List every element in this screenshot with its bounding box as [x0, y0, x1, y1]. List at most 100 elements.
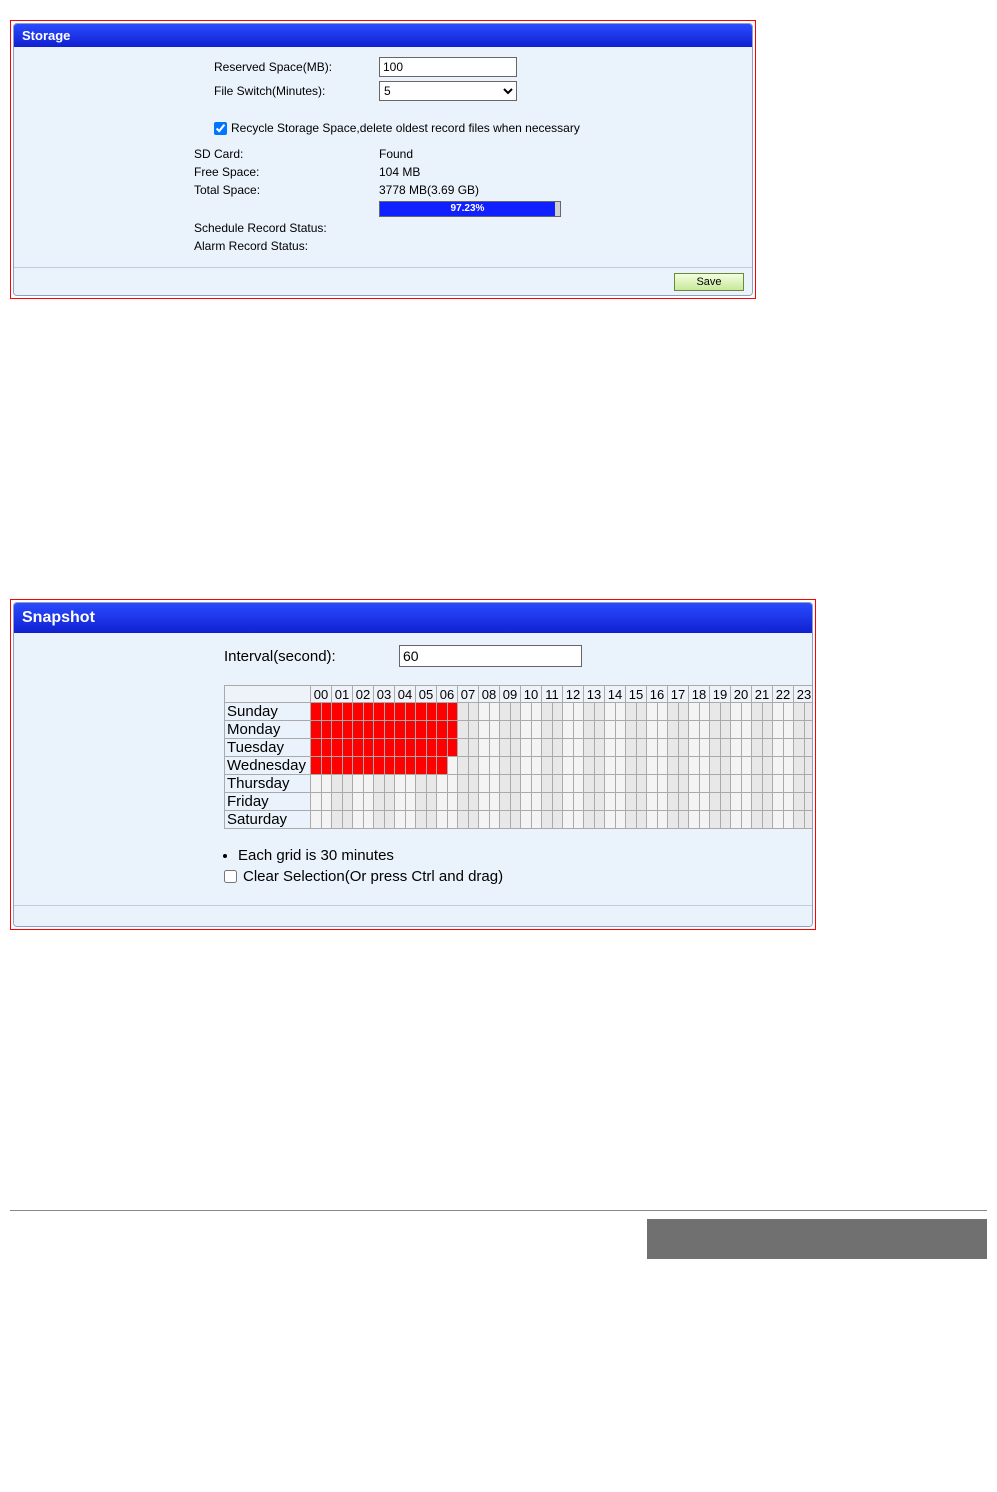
schedule-cell[interactable] [500, 775, 511, 793]
schedule-cell[interactable] [489, 757, 500, 775]
schedule-cell[interactable] [741, 793, 752, 811]
schedule-cell[interactable] [479, 793, 490, 811]
schedule-cell[interactable] [542, 811, 553, 829]
schedule-cell[interactable] [615, 757, 626, 775]
file-switch-select[interactable]: 5 [379, 81, 517, 101]
save-button[interactable]: Save [674, 273, 744, 291]
schedule-cell[interactable] [311, 739, 322, 757]
schedule-cell[interactable] [783, 775, 794, 793]
schedule-cell[interactable] [458, 739, 469, 757]
schedule-cell[interactable] [668, 757, 679, 775]
schedule-cell[interactable] [458, 757, 469, 775]
schedule-cell[interactable] [521, 739, 532, 757]
schedule-cell[interactable] [353, 811, 364, 829]
schedule-cell[interactable] [363, 721, 374, 739]
schedule-cell[interactable] [741, 811, 752, 829]
schedule-cell[interactable] [395, 775, 406, 793]
schedule-cell[interactable] [510, 703, 521, 721]
schedule-cell[interactable] [332, 739, 343, 757]
schedule-cell[interactable] [584, 739, 595, 757]
schedule-cell[interactable] [731, 721, 742, 739]
schedule-cell[interactable] [563, 775, 574, 793]
schedule-cell[interactable] [437, 757, 448, 775]
schedule-cell[interactable] [699, 811, 710, 829]
schedule-cell[interactable] [626, 721, 637, 739]
schedule-cell[interactable] [584, 721, 595, 739]
schedule-cell[interactable] [489, 793, 500, 811]
schedule-cell[interactable] [689, 757, 700, 775]
schedule-cell[interactable] [416, 775, 427, 793]
schedule-cell[interactable] [741, 703, 752, 721]
schedule-cell[interactable] [657, 793, 668, 811]
schedule-cell[interactable] [647, 775, 658, 793]
schedule-cell[interactable] [374, 775, 385, 793]
schedule-cell[interactable] [573, 739, 584, 757]
schedule-cell[interactable] [668, 703, 679, 721]
schedule-cell[interactable] [605, 739, 616, 757]
schedule-cell[interactable] [416, 739, 427, 757]
schedule-cell[interactable] [384, 811, 395, 829]
schedule-cell[interactable] [720, 739, 731, 757]
schedule-cell[interactable] [374, 739, 385, 757]
schedule-cell[interactable] [773, 739, 784, 757]
schedule-cell[interactable] [594, 721, 605, 739]
schedule-cell[interactable] [689, 793, 700, 811]
schedule-cell[interactable] [794, 793, 805, 811]
schedule-cell[interactable] [447, 793, 458, 811]
schedule-cell[interactable] [405, 757, 416, 775]
schedule-cell[interactable] [615, 703, 626, 721]
schedule-cell[interactable] [605, 811, 616, 829]
schedule-cell[interactable] [657, 721, 668, 739]
recycle-checkbox[interactable] [214, 122, 227, 135]
schedule-cell[interactable] [353, 703, 364, 721]
schedule-cell[interactable] [731, 739, 742, 757]
schedule-cell[interactable] [762, 775, 773, 793]
schedule-cell[interactable] [311, 757, 322, 775]
schedule-cell[interactable] [573, 721, 584, 739]
schedule-cell[interactable] [731, 775, 742, 793]
schedule-cell[interactable] [657, 757, 668, 775]
schedule-cell[interactable] [374, 811, 385, 829]
schedule-cell[interactable] [563, 793, 574, 811]
schedule-cell[interactable] [678, 739, 689, 757]
schedule-cell[interactable] [363, 793, 374, 811]
schedule-cell[interactable] [584, 757, 595, 775]
schedule-cell[interactable] [321, 775, 332, 793]
schedule-cell[interactable] [615, 811, 626, 829]
schedule-cell[interactable] [752, 757, 763, 775]
schedule-cell[interactable] [668, 811, 679, 829]
schedule-cell[interactable] [531, 775, 542, 793]
schedule-cell[interactable] [374, 793, 385, 811]
schedule-cell[interactable] [458, 703, 469, 721]
schedule-cell[interactable] [762, 757, 773, 775]
schedule-cell[interactable] [773, 703, 784, 721]
schedule-cell[interactable] [699, 739, 710, 757]
schedule-cell[interactable] [332, 793, 343, 811]
schedule-cell[interactable] [531, 739, 542, 757]
schedule-cell[interactable] [773, 793, 784, 811]
schedule-cell[interactable] [783, 793, 794, 811]
clear-selection-checkbox[interactable] [224, 870, 237, 883]
schedule-cell[interactable] [395, 703, 406, 721]
schedule-cell[interactable] [678, 793, 689, 811]
schedule-cell[interactable] [552, 703, 563, 721]
schedule-cell[interactable] [479, 757, 490, 775]
schedule-cell[interactable] [363, 757, 374, 775]
schedule-cell[interactable] [636, 793, 647, 811]
schedule-cell[interactable] [405, 703, 416, 721]
schedule-cell[interactable] [468, 739, 479, 757]
schedule-cell[interactable] [311, 721, 322, 739]
schedule-cell[interactable] [804, 811, 813, 829]
schedule-cell[interactable] [426, 739, 437, 757]
schedule-cell[interactable] [783, 757, 794, 775]
schedule-cell[interactable] [668, 793, 679, 811]
schedule-cell[interactable] [563, 721, 574, 739]
schedule-cell[interactable] [363, 703, 374, 721]
schedule-cell[interactable] [363, 811, 374, 829]
schedule-cell[interactable] [563, 739, 574, 757]
schedule-cell[interactable] [605, 703, 616, 721]
schedule-cell[interactable] [699, 721, 710, 739]
schedule-cell[interactable] [426, 775, 437, 793]
schedule-cell[interactable] [395, 757, 406, 775]
schedule-cell[interactable] [563, 811, 574, 829]
